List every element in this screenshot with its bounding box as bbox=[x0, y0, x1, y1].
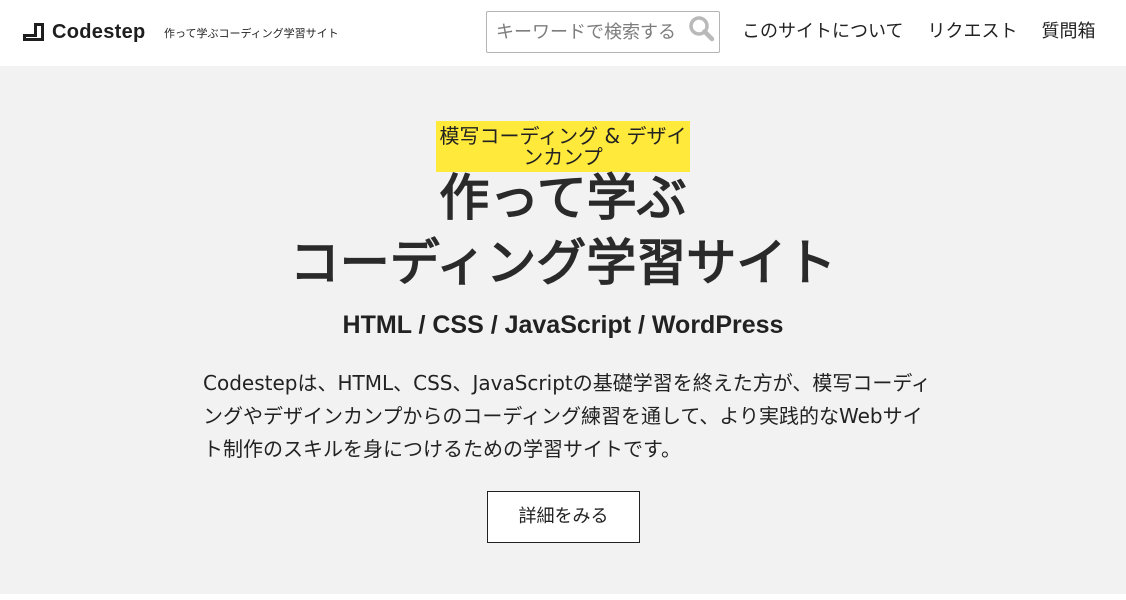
hero-description: Codestepは、HTML、CSS、JavaScriptの基礎学習を終えた方が… bbox=[203, 371, 931, 461]
details-button[interactable]: 詳細をみる bbox=[487, 491, 640, 543]
search-button[interactable] bbox=[687, 15, 717, 45]
logo-text: Codestep bbox=[52, 20, 146, 43]
site-header: Codestep 作って学ぶコーディング学習サイト このサイトについて リクエス… bbox=[0, 0, 1126, 66]
hero-subtitle: HTML / CSS / JavaScript / WordPress bbox=[342, 311, 784, 339]
hero-title-line1: 作って学ぶ bbox=[439, 169, 687, 227]
page-divider bbox=[0, 594, 1126, 600]
hero-badge: 模写コーディング & デザインカンプ bbox=[436, 121, 690, 172]
search-input[interactable] bbox=[487, 12, 687, 52]
hero-title: 作って学ぶ コーディング学習サイト bbox=[0, 166, 1126, 296]
nav-item-questions[interactable]: 質問箱 bbox=[1041, 20, 1095, 44]
hero-title-line2: コーディング学習サイト bbox=[289, 234, 837, 292]
search-box bbox=[486, 11, 720, 53]
global-nav: このサイトについて リクエスト 質問箱 bbox=[742, 20, 1095, 44]
nav-item-request[interactable]: リクエスト bbox=[927, 20, 1017, 44]
site-logo[interactable]: Codestep bbox=[23, 20, 146, 44]
stairs-step-icon bbox=[23, 23, 44, 41]
site-tagline: 作って学ぶコーディング学習サイト bbox=[164, 27, 339, 40]
hero-section: 模写コーディング & デザインカンプ 作って学ぶ コーディング学習サイト HTM… bbox=[0, 66, 1126, 594]
search-icon bbox=[689, 16, 715, 42]
nav-item-about[interactable]: このサイトについて bbox=[742, 20, 903, 44]
